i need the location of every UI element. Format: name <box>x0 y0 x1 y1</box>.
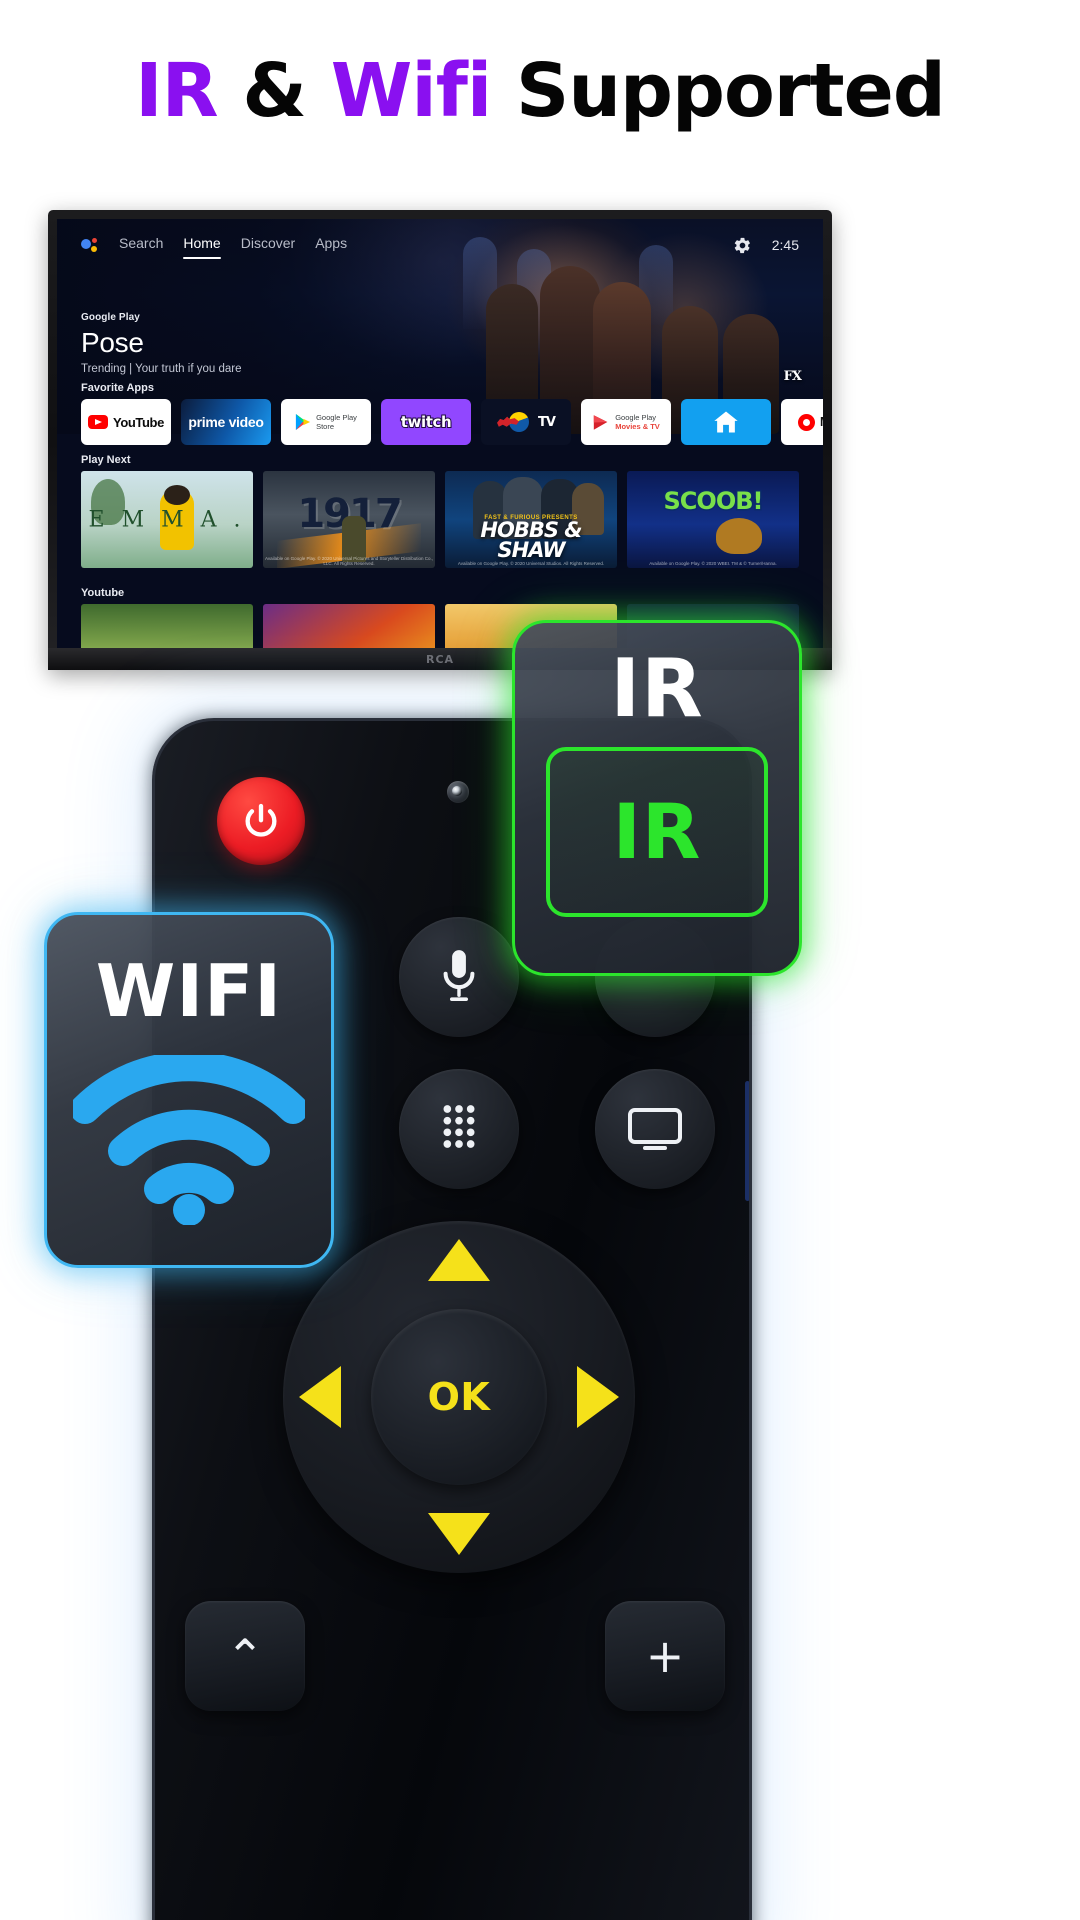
headline-wifi: Wifi <box>330 48 493 134</box>
headline-supported: Supported <box>491 48 946 134</box>
gear-icon[interactable] <box>733 236 752 255</box>
triangle-right-icon[interactable] <box>577 1366 619 1428</box>
television: FX Search Home Discover Apps 2:45 Google… <box>48 210 832 670</box>
ir-badge-inner-title: IR <box>612 787 702 876</box>
google-assistant-dots-icon[interactable] <box>81 237 99 253</box>
favorite-apps-label: Favorite Apps <box>81 382 154 394</box>
google-play-store-icon <box>295 413 311 431</box>
tv-screen: FX Search Home Discover Apps 2:45 Google… <box>57 219 823 648</box>
app-tile-google-play-movies[interactable]: Google Play Movies & TV <box>581 399 671 445</box>
gpm-line2: Movies & TV <box>615 422 660 431</box>
microphone-icon <box>443 950 475 1001</box>
ir-sensor-icon <box>447 781 469 803</box>
favorite-apps-row: YouTube prime video Google Play Store tw… <box>81 399 823 445</box>
tv-nav-bar: Search Home Discover Apps 2:45 <box>57 219 823 271</box>
ir-badge-title: IR <box>610 642 704 735</box>
power-icon <box>245 803 277 837</box>
triangle-up-icon[interactable] <box>428 1239 490 1281</box>
app-tile-label: TV <box>538 414 556 430</box>
tv-nav-home[interactable]: Home <box>183 235 222 259</box>
dpad: OK <box>283 1221 635 1573</box>
plus-icon: + <box>645 1629 685 1683</box>
fx-network-badge: FX <box>783 369 802 384</box>
play-next-footnote: Available on Google Play. © 2020 Univers… <box>457 561 605 566</box>
power-button[interactable] <box>217 777 305 865</box>
play-next-title: HOBBS & SHAW <box>480 518 582 562</box>
play-next-label: Play Next <box>81 454 131 466</box>
play-next-card-scoob[interactable]: SCOOB! Available on Google Play. © 2020 … <box>627 471 799 568</box>
youtube-row-label: Youtube <box>81 587 125 599</box>
wifi-icon <box>70 1051 308 1230</box>
ir-badge-inner-box: IR <box>546 747 768 917</box>
play-next-card-emma[interactable]: E M M A . <box>81 471 253 568</box>
tv-hero-text: Google Play Pose Trending | Your truth i… <box>81 312 241 375</box>
app-tile-twitch[interactable]: twitch <box>381 399 471 445</box>
gp-line1: Google Play <box>316 412 357 422</box>
tv-nav-discover[interactable]: Discover <box>241 235 295 256</box>
tv-clock: 2:45 <box>771 237 799 253</box>
channel-up-button[interactable]: ⌃ <box>185 1601 305 1711</box>
wifi-badge-card: WIFI <box>44 912 334 1268</box>
app-tile-prime-video[interactable]: prime video <box>181 399 271 445</box>
youtube-icon <box>88 415 109 429</box>
headline-ir: IR <box>135 48 219 134</box>
volume-up-button[interactable]: + <box>605 1601 725 1711</box>
app-tile-label: twitch <box>400 412 453 432</box>
tv-input-button[interactable] <box>595 1069 715 1189</box>
ir-badge-card: IR IR <box>512 620 802 976</box>
headline-amp: & <box>217 48 331 134</box>
tv-screen-icon <box>628 1108 682 1150</box>
youtube-card[interactable] <box>263 604 435 648</box>
app-tile-music[interactable]: Music <box>781 399 823 445</box>
app-tile-label: YouTube <box>113 414 164 430</box>
keypad-dots-icon <box>443 1105 475 1148</box>
play-next-title: SCOOB! <box>662 486 765 517</box>
tv-nav-apps[interactable]: Apps <box>315 235 347 256</box>
youtube-card[interactable] <box>81 604 253 648</box>
wifi-badge-title: WIFI <box>95 949 283 1033</box>
play-next-footnote: Available on Google Play. © 2020 WBEI. T… <box>649 561 777 566</box>
tv-brand-label: RCA <box>425 652 455 666</box>
app-tile-label: Music <box>820 415 823 429</box>
chevron-up-icon: ⌃ <box>225 1629 265 1683</box>
tv-nav-search[interactable]: Search <box>119 235 163 256</box>
gpm-line1: Google Play <box>615 412 657 422</box>
app-tile-home[interactable] <box>681 399 771 445</box>
play-next-row: E M M A . 1917 Available on Google Play.… <box>81 471 799 568</box>
red-bull-tv-icon <box>497 409 531 435</box>
keypad-button[interactable] <box>399 1069 519 1189</box>
hero-title: Pose <box>81 327 144 358</box>
ok-button[interactable]: OK <box>371 1309 547 1485</box>
gp-line2: Store <box>316 422 334 431</box>
page-title: IR & Wifi Supported <box>0 51 1080 132</box>
app-tile-youtube[interactable]: YouTube <box>81 399 171 445</box>
screenshot-root: IR & Wifi Supported FX Search Home Disco… <box>0 0 1080 1920</box>
app-tile-google-play-store[interactable]: Google Play Store <box>281 399 371 445</box>
app-tile-label: Google Play Movies & TV <box>615 413 660 432</box>
microphone-button[interactable] <box>399 917 519 1037</box>
play-next-card-hobbs-shaw[interactable]: FAST & FURIOUS PRESENTS HOBBS & SHAW Ava… <box>445 471 617 568</box>
home-icon <box>711 408 741 436</box>
youtube-music-icon <box>798 413 816 431</box>
hero-subtitle: Trending | Your truth if you dare <box>81 363 242 375</box>
app-tile-label: Google Play Store <box>316 413 357 432</box>
triangle-left-icon[interactable] <box>299 1366 341 1428</box>
google-play-movies-icon <box>592 413 610 432</box>
triangle-down-icon[interactable] <box>428 1513 490 1555</box>
app-tile-label: prime video <box>188 414 264 430</box>
play-next-footnote: Available on Google Play. © 2020 Univers… <box>265 556 433 566</box>
play-next-title: E M M A . <box>88 507 246 532</box>
hero-kicker: Google Play <box>81 312 140 323</box>
ok-button-label: OK <box>427 1375 491 1419</box>
play-next-hobbs-titleblock: FAST & FURIOUS PRESENTS HOBBS & SHAW <box>445 515 617 560</box>
app-tile-red-bull-tv[interactable]: TV <box>481 399 571 445</box>
play-next-card-1917[interactable]: 1917 Available on Google Play. © 2020 Un… <box>263 471 435 568</box>
